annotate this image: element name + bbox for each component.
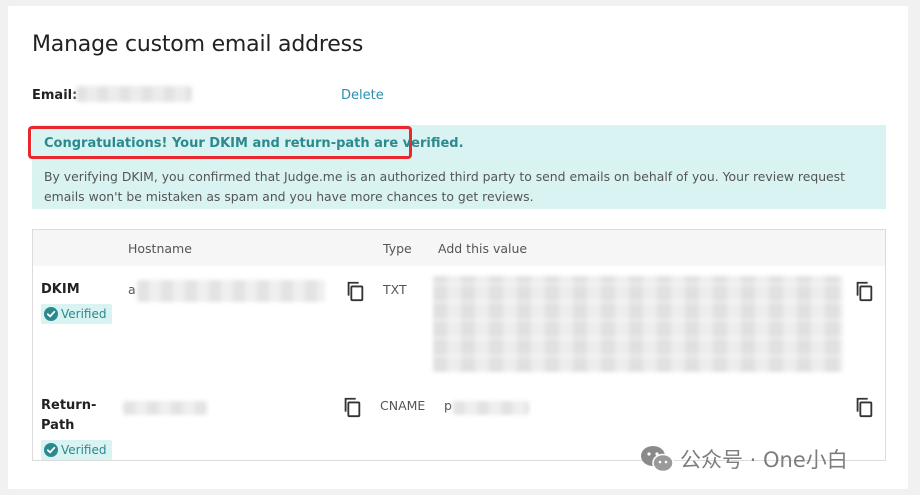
- header-type: Type: [383, 241, 412, 256]
- copy-icon[interactable]: [853, 396, 875, 418]
- email-label: Email:: [32, 88, 78, 103]
- record-type: TXT: [383, 282, 407, 297]
- table-header: Hostname Type Add this value: [33, 230, 885, 266]
- value-redacted: [433, 276, 843, 372]
- manage-email-card: Manage custom email address Email: Delet…: [8, 6, 908, 489]
- row-label-dkim: DKIM: [41, 282, 80, 297]
- copy-icon[interactable]: [344, 280, 366, 302]
- banner-body: By verifying DKIM, you confirmed that Ju…: [44, 169, 845, 204]
- value-prefix: p: [444, 398, 452, 413]
- status-text: Verified: [61, 443, 107, 457]
- hostname-redacted: [137, 280, 325, 302]
- hostname-prefix: a: [128, 282, 136, 297]
- watermark: 公众号 · One小白: [640, 443, 848, 475]
- value-redacted: [453, 401, 529, 415]
- status-text: Verified: [61, 307, 107, 321]
- success-banner: Congratulations! Your DKIM and return-pa…: [28, 125, 886, 209]
- record-type: CNAME: [380, 398, 426, 413]
- banner-heading: Congratulations! Your DKIM and return-pa…: [44, 136, 464, 151]
- page-title: Manage custom email address: [32, 32, 364, 57]
- check-circle-icon: [44, 443, 58, 457]
- copy-icon[interactable]: [341, 396, 363, 418]
- header-hostname: Hostname: [128, 241, 192, 256]
- status-badge: Verified: [41, 440, 112, 460]
- row-label-return-path: Return-Path: [41, 398, 97, 433]
- copy-icon[interactable]: [853, 280, 875, 302]
- delete-link[interactable]: Delete: [341, 88, 384, 103]
- wechat-icon: [641, 446, 674, 473]
- email-value-redacted: [76, 86, 192, 102]
- hostname-redacted: [123, 401, 207, 415]
- check-circle-icon: [44, 307, 58, 321]
- status-badge: Verified: [41, 304, 112, 324]
- header-value: Add this value: [438, 241, 528, 256]
- watermark-text: 公众号 · One小白: [680, 448, 848, 472]
- dns-records-table: Hostname Type Add this value DKIM Verifi…: [32, 229, 886, 461]
